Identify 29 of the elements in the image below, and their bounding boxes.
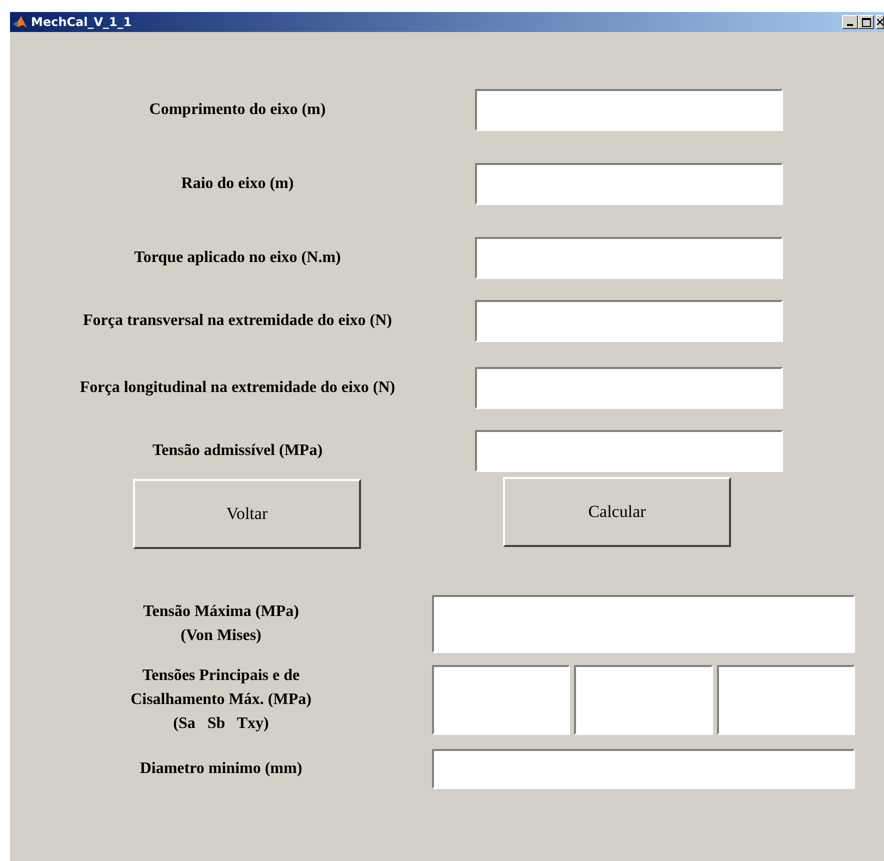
field-label: Força longitudinal na extremidade do eixo (N) — [78, 379, 396, 397]
output-field[interactable] — [432, 595, 855, 653]
maximize-icon — [862, 18, 870, 26]
field-label: Força transversal na extremidade do eixo (N) — [82, 312, 393, 330]
result-label: Diametro minimo (mm) — [138, 759, 304, 779]
output-field[interactable] — [432, 665, 570, 735]
field-label: Comprimento do eixo (m) — [148, 101, 327, 119]
input-field[interactable] — [475, 89, 783, 131]
window-title: MechCal_V_1_1 — [31, 15, 133, 29]
result-label: Tensão Máxima (MPa) (Von Mises) — [142, 602, 300, 646]
calculate-button[interactable]: Calcular — [503, 477, 731, 547]
maximize-button[interactable] — [858, 15, 874, 29]
input-field[interactable] — [475, 367, 783, 409]
app-icon — [12, 14, 28, 30]
back-button[interactable]: Voltar — [133, 479, 361, 549]
field-label: Tensão admissível (MPa) — [151, 442, 324, 460]
field-label: Raio do eixo (m) — [180, 175, 295, 193]
output-field[interactable] — [432, 749, 855, 789]
input-field[interactable] — [475, 430, 783, 472]
result-label: Tensões Principais e de Cisalhamento Máx. (MPa) (Sa Sb Txy) — [130, 666, 312, 734]
field-label: Torque aplicado no eixo (N.m) — [133, 249, 342, 267]
output-field[interactable] — [716, 665, 855, 735]
minimize-button[interactable] — [842, 15, 858, 29]
close-button[interactable] — [876, 15, 884, 29]
close-icon — [877, 18, 883, 26]
input-field[interactable] — [475, 237, 783, 279]
output-field[interactable] — [574, 665, 713, 735]
input-field[interactable] — [475, 300, 783, 342]
input-field[interactable] — [475, 163, 783, 205]
